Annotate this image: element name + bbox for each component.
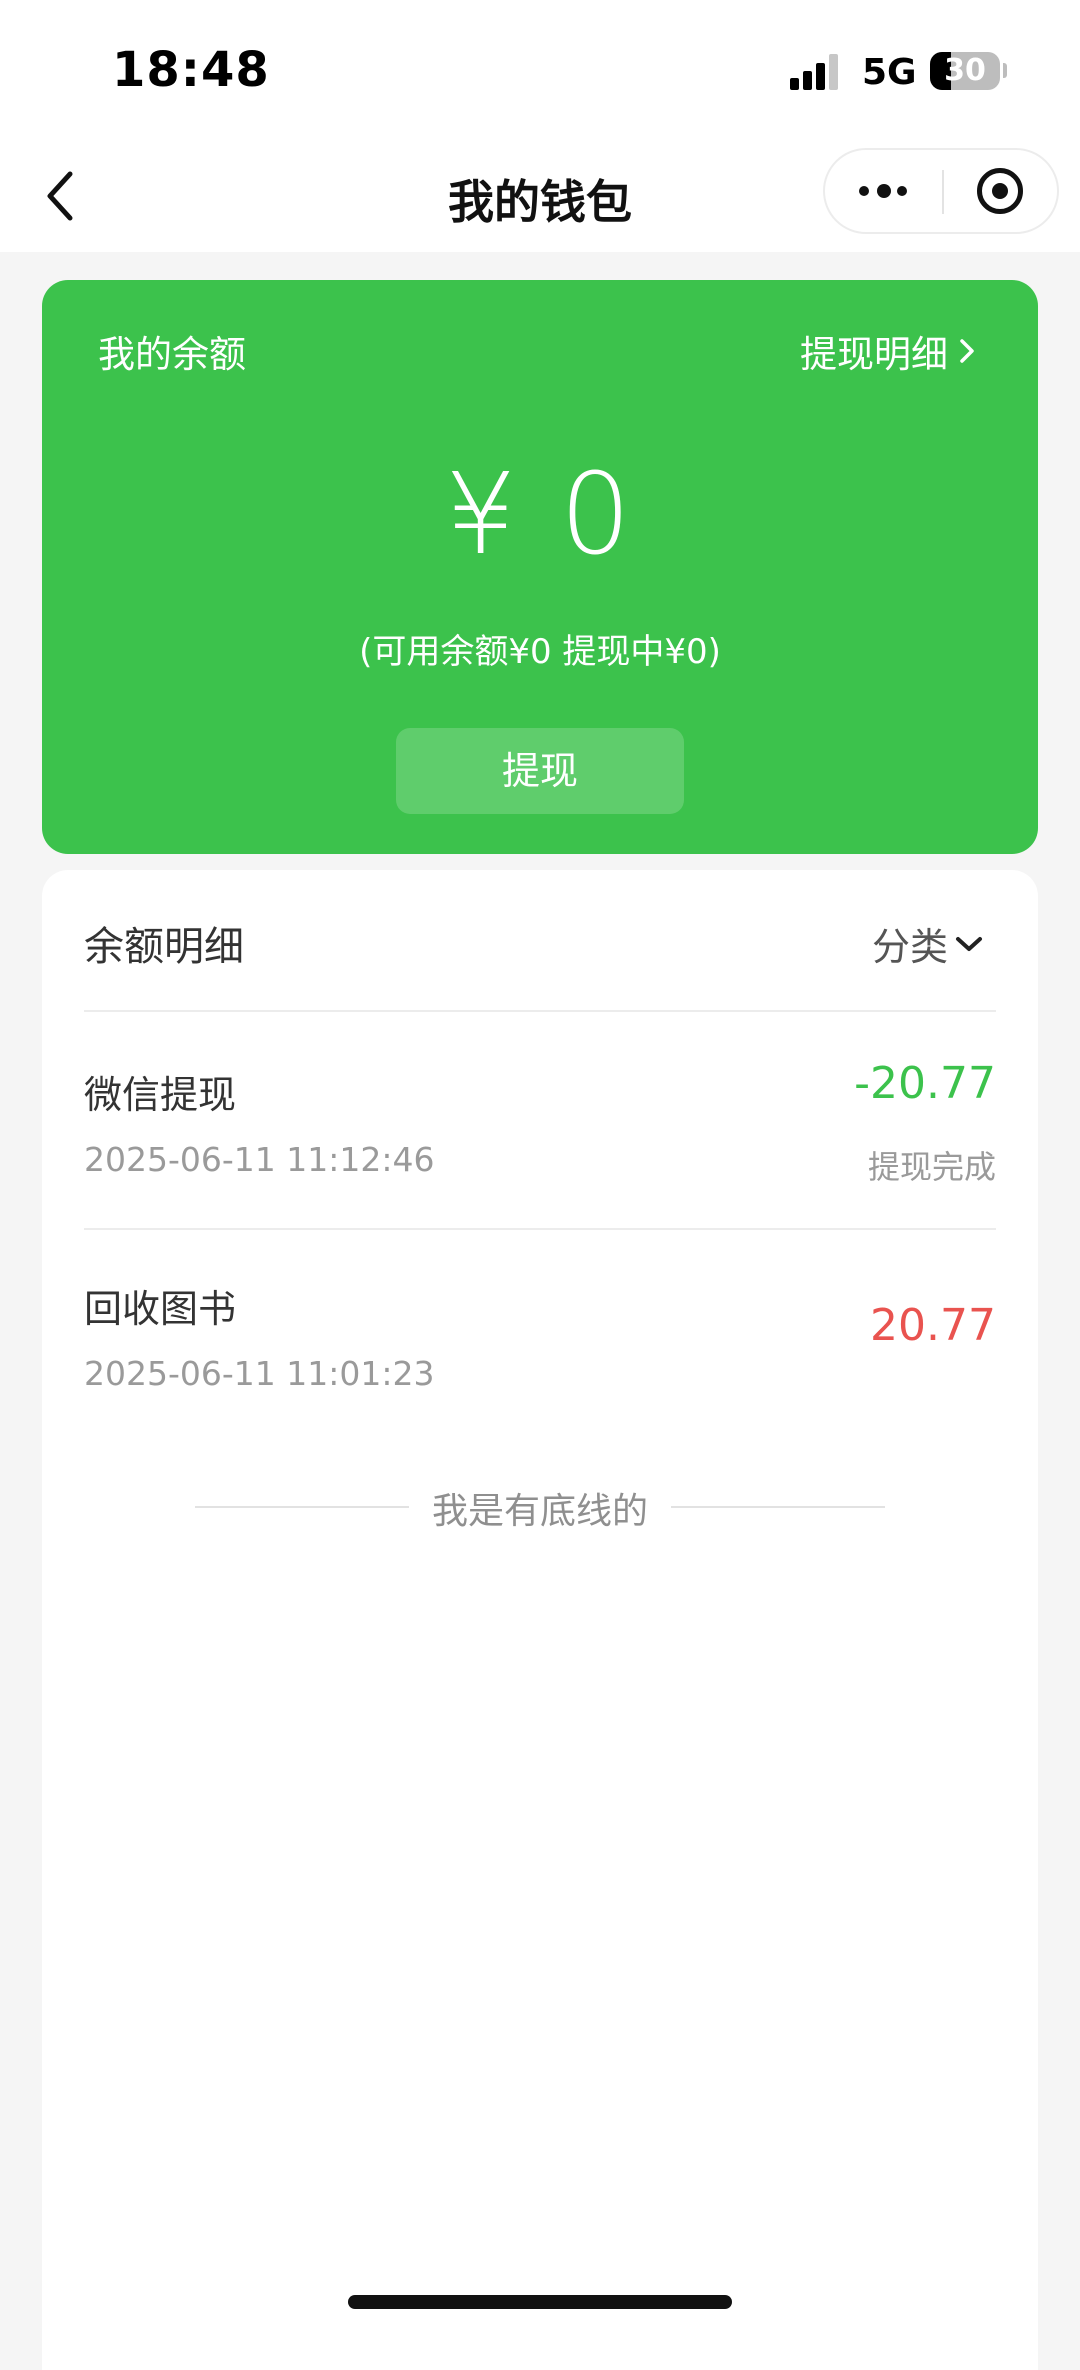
battery-icon: 30 <box>930 52 1000 90</box>
transaction-time: 2025-06-11 11:12:46 <box>84 1140 435 1179</box>
header-divider <box>84 1010 996 1012</box>
transaction-title: 回收图书 <box>84 1287 237 1331</box>
balance-amount: ¥ 0 <box>444 450 636 580</box>
capsule-divider <box>942 170 944 214</box>
transaction-title: 微信提现 <box>84 1073 237 1117</box>
category-filter-button[interactable]: 分类 <box>872 916 984 971</box>
status-time: 18:48 <box>112 42 270 98</box>
withdraw-detail-label: 提现明细 <box>800 333 948 376</box>
balance-card: 我的余额 提现明细 ¥ 0 (可用余额¥0 提现中¥0) 提现 <box>42 280 1038 854</box>
list-end-text: 我是有底线的 <box>431 1491 648 1532</box>
signal-icon <box>790 54 844 90</box>
category-filter-label: 分类 <box>871 925 948 969</box>
chevron-down-icon <box>956 936 982 951</box>
balance-detail-panel: 余额明细 分类 微信提现 2025-06-11 11:12:46 -20.77 … <box>42 870 1038 2370</box>
row-divider <box>84 1228 996 1230</box>
status-bar: 18:48 5G 30 <box>0 0 1080 140</box>
transaction-amount: 20.77 <box>870 1300 996 1351</box>
chevron-right-icon <box>960 339 974 363</box>
battery-percent: 30 <box>944 53 986 88</box>
balance-sub-info: (可用余额¥0 提现中¥0) <box>359 632 721 672</box>
withdraw-button[interactable]: 提现 <box>396 728 684 814</box>
withdraw-detail-link[interactable]: 提现明细 <box>800 324 978 378</box>
balance-label: 我的余额 <box>98 333 246 376</box>
transaction-status: 提现完成 <box>867 1148 996 1186</box>
transaction-time: 2025-06-11 11:01:23 <box>84 1354 435 1393</box>
end-line-right <box>671 1506 885 1508</box>
detail-title: 余额明细 <box>84 924 244 970</box>
more-button[interactable] <box>825 150 941 232</box>
list-end-indicator: 我是有底线的 <box>42 1482 1038 1542</box>
close-miniprogram-button[interactable] <box>945 150 1057 232</box>
network-type: 5G <box>862 52 917 93</box>
mini-program-capsule <box>823 148 1059 234</box>
nav-bar: 我的钱包 <box>0 140 1080 252</box>
transaction-amount: -20.77 <box>854 1058 996 1109</box>
home-indicator <box>348 2295 732 2309</box>
battery-tip <box>1003 63 1007 78</box>
